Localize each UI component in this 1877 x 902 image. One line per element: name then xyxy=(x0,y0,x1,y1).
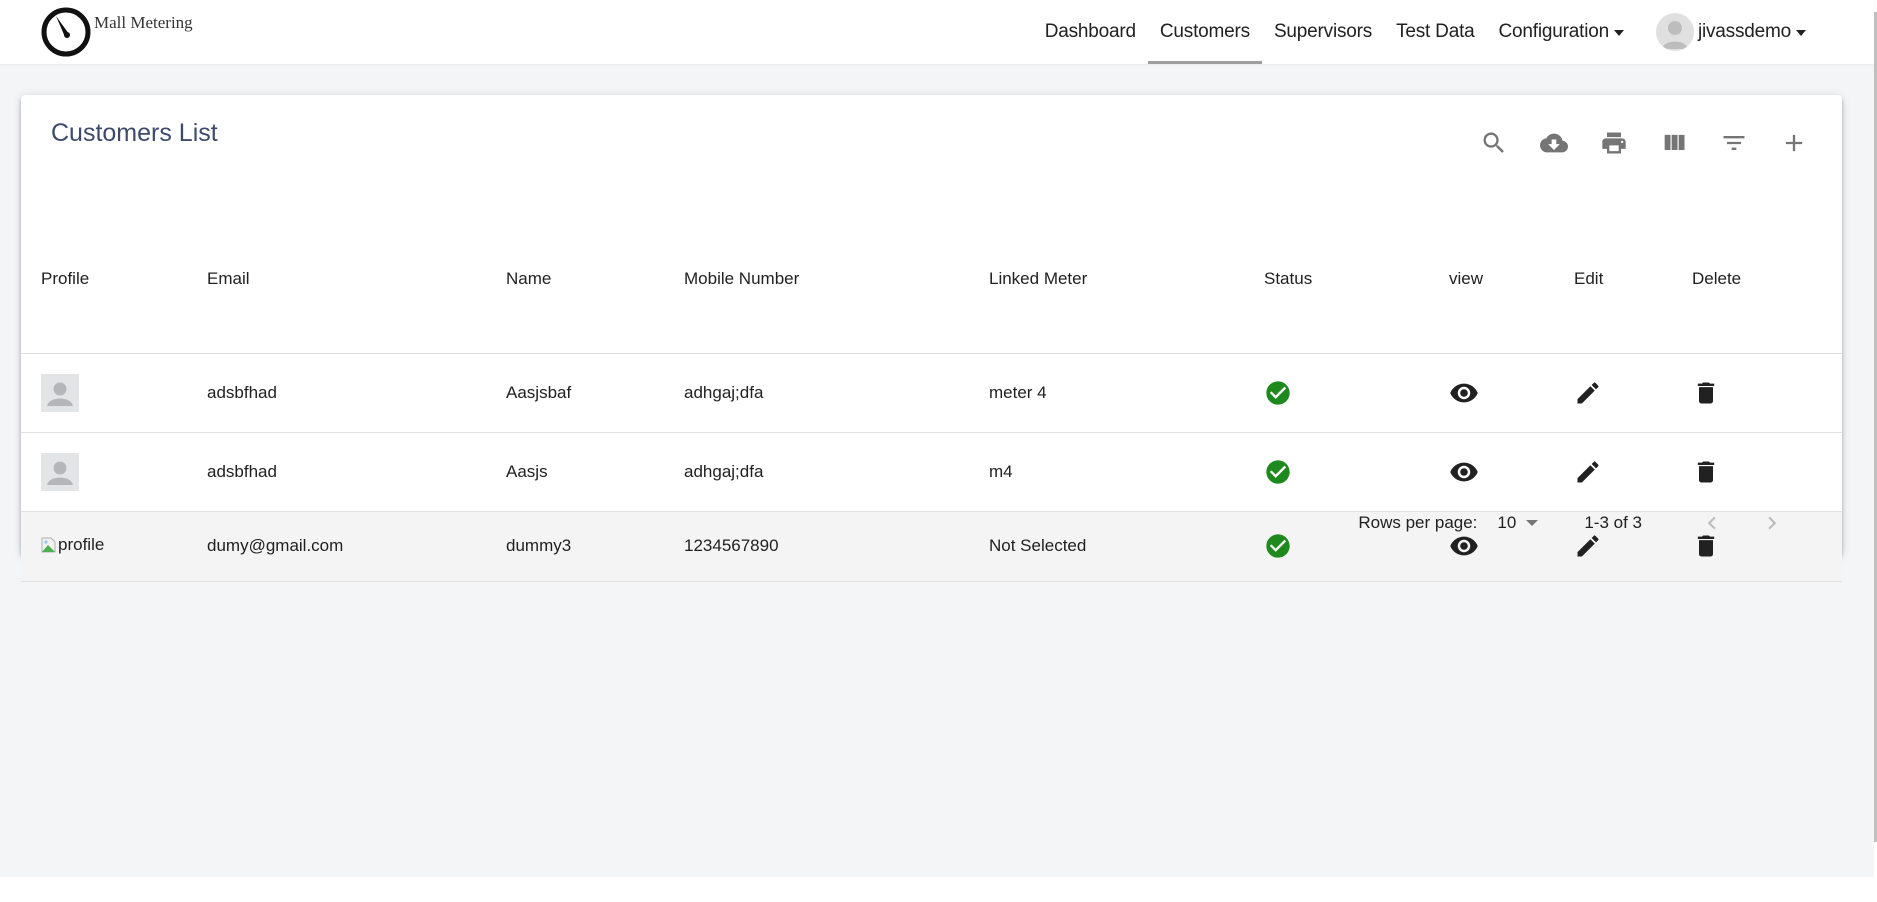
add-icon xyxy=(1785,134,1803,152)
linked-meter-cell: Not Selected xyxy=(989,536,1087,555)
eye-icon xyxy=(1450,383,1478,402)
mobile-cell: 1234567890 xyxy=(684,536,779,555)
status-cell xyxy=(1264,353,1449,432)
nav-dashboard-label: Dashboard xyxy=(1044,21,1136,42)
column-header-view[interactable]: view xyxy=(1449,253,1574,353)
view-columns-icon xyxy=(1664,134,1685,150)
cloud-download-icon xyxy=(1540,133,1568,153)
chevron-right-icon xyxy=(1768,516,1777,530)
profile-cell xyxy=(21,353,207,432)
rows-per-page-select[interactable]: 10 xyxy=(1497,513,1539,533)
email-cell: adsbfhad xyxy=(207,461,277,481)
nav-customers-label: Customers xyxy=(1159,21,1250,42)
trash-icon xyxy=(1697,382,1715,403)
logo-text: Mall Metering xyxy=(94,13,193,32)
column-header-profile[interactable]: Profile xyxy=(21,253,207,353)
email-cell: adsbfhad xyxy=(207,382,277,402)
view-button[interactable] xyxy=(1449,353,1574,432)
user-name: jivassdemo xyxy=(1697,21,1791,42)
nav-test-data[interactable]: Test Data xyxy=(1384,0,1486,64)
user-menu-dropdown[interactable]: jivassdemo xyxy=(1636,0,1818,64)
table-pagination: Rows per page: 10 1-3 of 3 xyxy=(1358,492,1802,554)
nav-dashboard[interactable]: Dashboard xyxy=(1033,0,1148,64)
app-logo[interactable]: Mall Metering xyxy=(40,2,193,58)
filter-button[interactable] xyxy=(1704,113,1764,173)
pagination-range: 1-3 of 3 xyxy=(1584,513,1642,532)
nav-test-data-label: Test Data xyxy=(1396,21,1475,42)
download-csv-button[interactable] xyxy=(1524,113,1584,173)
page-title: Customers List xyxy=(51,119,218,147)
name-cell: Aasjs xyxy=(506,461,548,481)
check-circle-icon xyxy=(1266,459,1290,484)
top-navbar: Mall Metering Dashboard Customers Superv… xyxy=(0,0,1874,64)
next-page-button[interactable] xyxy=(1742,499,1802,547)
customers-list-card: Customers List Profile Email Name Mobile… xyxy=(21,95,1842,581)
main-nav: Dashboard Customers Supervisors Test Dat… xyxy=(1033,0,1818,64)
trash-icon xyxy=(1697,461,1715,482)
mobile-cell: adhgaj;dfa xyxy=(684,461,764,481)
view-columns-button[interactable] xyxy=(1644,113,1704,173)
nav-supervisors[interactable]: Supervisors xyxy=(1262,0,1384,64)
table-header-row: Profile Email Name Mobile Number Linked … xyxy=(21,253,1842,353)
column-header-delete[interactable]: Delete xyxy=(1692,253,1842,353)
delete-button[interactable] xyxy=(1692,353,1842,432)
print-icon xyxy=(1602,132,1626,154)
pencil-icon xyxy=(1577,381,1599,403)
profile-alt-text: profile xyxy=(58,534,105,554)
name-cell: Aasjsbaf xyxy=(506,382,572,402)
column-header-edit[interactable]: Edit xyxy=(1574,253,1692,353)
previous-page-button[interactable] xyxy=(1682,499,1742,547)
check-circle-icon xyxy=(1266,534,1290,558)
search-icon xyxy=(1483,132,1504,153)
table-toolbar xyxy=(1464,113,1824,173)
rows-per-page-value: 10 xyxy=(1497,513,1517,532)
caret-down-icon xyxy=(1526,520,1539,526)
linked-meter-cell: meter 4 xyxy=(989,382,1047,402)
profile-cell: profile xyxy=(21,511,207,581)
linked-meter-cell: m4 xyxy=(989,461,1013,481)
nav-customers[interactable]: Customers xyxy=(1147,0,1262,64)
column-header-name[interactable]: Name xyxy=(506,253,684,353)
broken-profile-image: profile xyxy=(41,535,104,555)
edit-button[interactable] xyxy=(1574,353,1692,432)
nav-supervisors-label: Supervisors xyxy=(1273,21,1373,42)
eye-icon xyxy=(1450,462,1478,481)
column-header-linked-meter[interactable]: Linked Meter xyxy=(989,253,1264,353)
name-cell: dummy3 xyxy=(506,536,572,555)
nav-configuration-label: Configuration xyxy=(1498,21,1610,42)
caret-down-icon xyxy=(1796,30,1806,36)
broken-image-icon xyxy=(41,537,56,552)
user-avatar-icon xyxy=(1655,13,1694,51)
column-header-email[interactable]: Email xyxy=(207,253,506,353)
rows-per-page-label: Rows per page: xyxy=(1358,513,1478,532)
avatar-placeholder-icon xyxy=(41,373,79,412)
pencil-icon xyxy=(1577,460,1599,482)
email-cell: dumy@gmail.com xyxy=(207,536,344,555)
mobile-cell: adhgaj;dfa xyxy=(684,382,764,402)
print-button[interactable] xyxy=(1584,113,1644,173)
profile-cell xyxy=(21,432,207,511)
column-header-mobile-number[interactable]: Mobile Number xyxy=(684,253,989,353)
nav-configuration-dropdown[interactable]: Configuration xyxy=(1487,0,1636,64)
avatar-placeholder-icon xyxy=(41,452,79,491)
gauge-logo-icon xyxy=(41,7,91,57)
filter-list-icon xyxy=(1723,136,1745,150)
chevron-left-icon xyxy=(1707,516,1716,530)
search-button[interactable] xyxy=(1464,113,1524,173)
column-header-status[interactable]: Status xyxy=(1264,253,1449,353)
check-circle-icon xyxy=(1266,380,1290,405)
table-row[interactable]: adsbfhad Aasjsbaf adhgaj;dfa meter 4 xyxy=(21,353,1842,432)
add-customer-button[interactable] xyxy=(1764,113,1824,173)
caret-down-icon xyxy=(1613,30,1624,36)
